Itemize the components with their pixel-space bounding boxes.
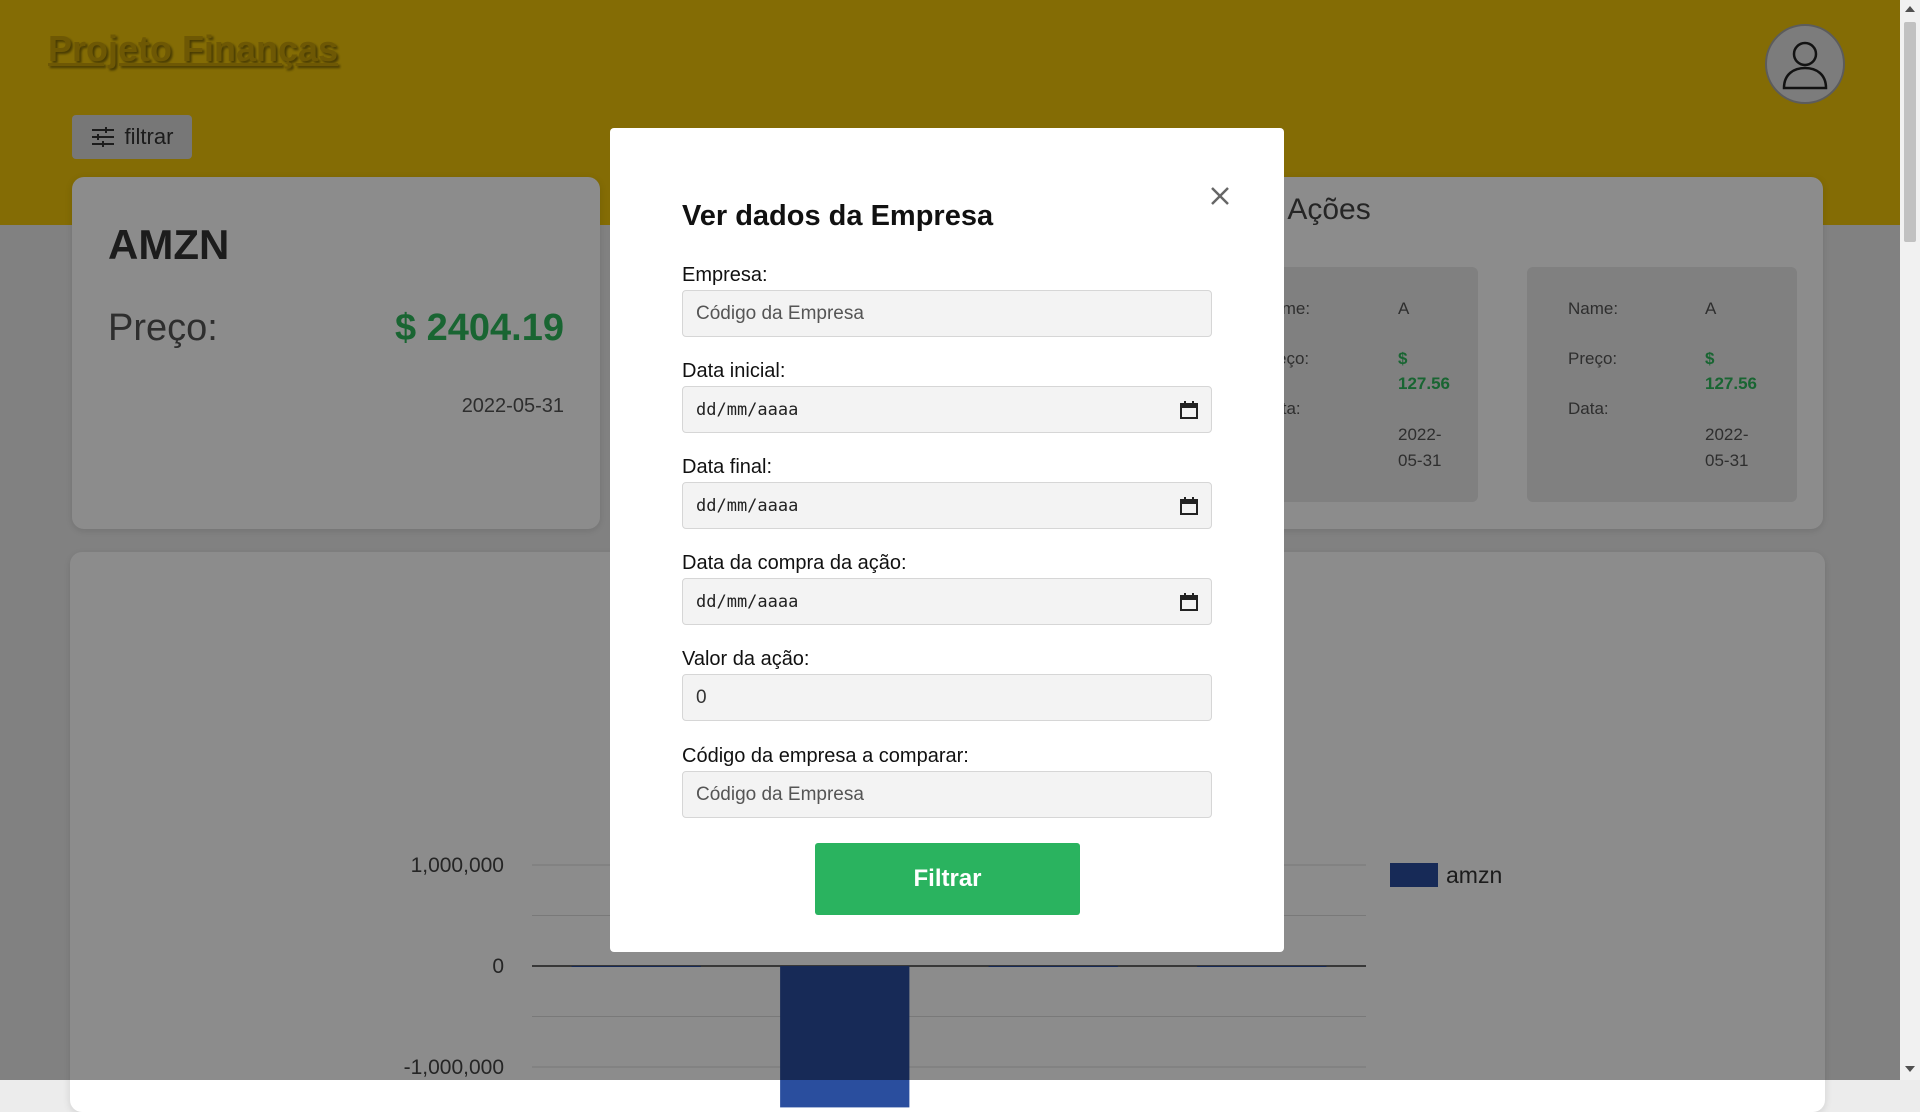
empresa-input[interactable] [682, 290, 1212, 337]
filter-modal: Ver dados da Empresa Empresa: Data inici… [610, 128, 1284, 952]
valor-acao-label: Valor da ação: [682, 648, 810, 670]
valor-acao-input[interactable] [682, 674, 1212, 721]
data-compra-label: Data da compra da ação: [682, 552, 907, 574]
scroll-up-arrow-icon[interactable] [1905, 6, 1915, 12]
codigo-comparar-input[interactable] [682, 771, 1212, 818]
data-compra-input[interactable]: dd/mm/aaaa [682, 578, 1212, 625]
empresa-label: Empresa: [682, 264, 768, 286]
filtrar-submit-button[interactable]: Filtrar [815, 843, 1080, 915]
calendar-icon[interactable] [1180, 400, 1198, 419]
close-icon[interactable] [1204, 180, 1236, 212]
scroll-thumb[interactable] [1904, 22, 1916, 242]
data-inicial-value: dd/mm/aaaa [696, 399, 799, 420]
calendar-icon[interactable] [1180, 592, 1198, 611]
data-final-value: dd/mm/aaaa [696, 495, 799, 516]
data-compra-value: dd/mm/aaaa [696, 591, 799, 612]
data-final-label: Data final: [682, 456, 773, 478]
data-final-input[interactable]: dd/mm/aaaa [682, 482, 1212, 529]
calendar-icon[interactable] [1180, 496, 1198, 515]
data-inicial-input[interactable]: dd/mm/aaaa [682, 386, 1212, 433]
codigo-comparar-label: Código da empresa a comparar: [682, 745, 969, 767]
scroll-down-arrow-icon[interactable] [1905, 1066, 1915, 1072]
data-inicial-label: Data inicial: [682, 360, 786, 382]
page-scrollbar[interactable] [1900, 0, 1920, 1080]
modal-title: Ver dados da Empresa [682, 200, 994, 232]
